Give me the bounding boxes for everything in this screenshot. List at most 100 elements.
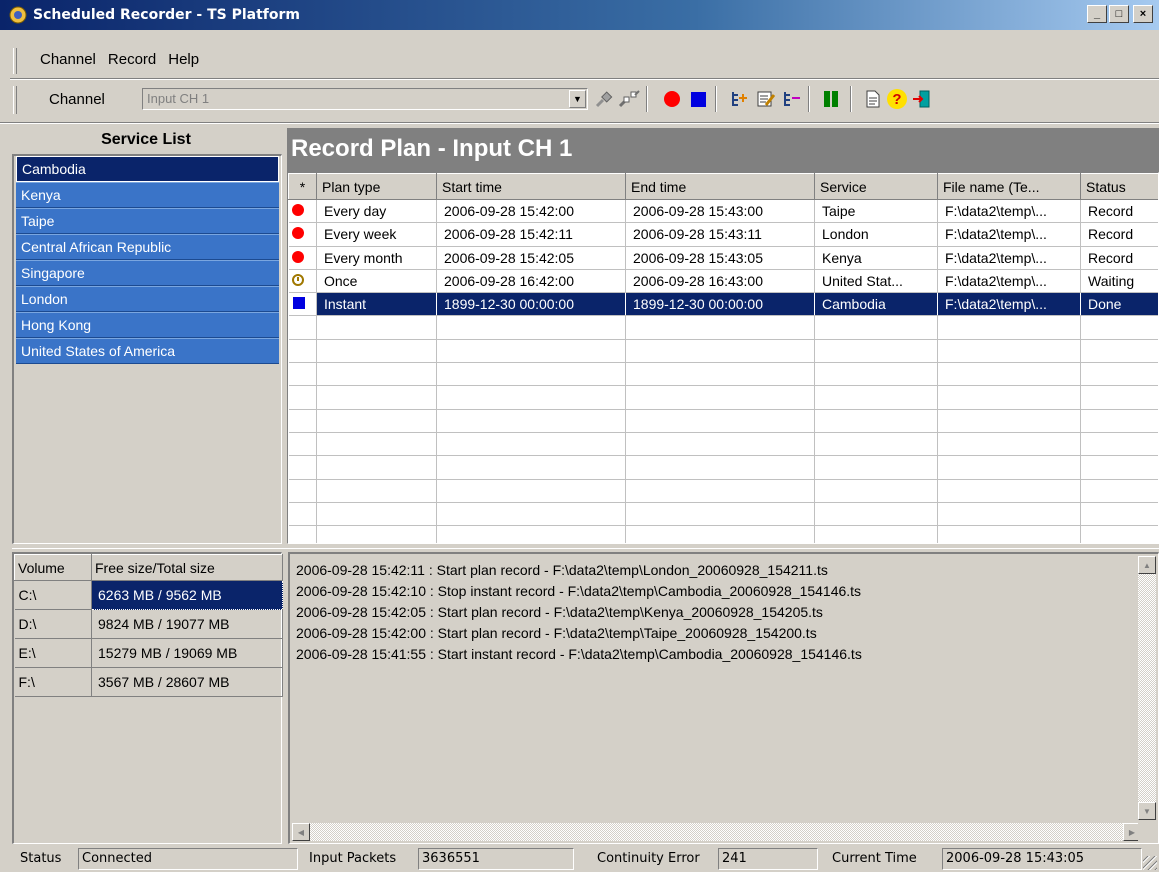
column-header-file-name[interactable]: File name (Te...	[937, 173, 1081, 200]
service-list[interactable]: Cambodia Kenya Taipe Central African Republ…	[12, 154, 282, 544]
add-plan-icon[interactable]	[729, 88, 751, 110]
pause-icon[interactable]	[820, 88, 842, 110]
column-header-mark[interactable]: *	[288, 173, 317, 200]
table-row[interactable]: F:\ 3567 MB / 28607 MB	[14, 667, 283, 697]
service-list-item[interactable]: Taipe	[16, 208, 279, 234]
service-list-item[interactable]: Hong Kong	[16, 312, 279, 338]
cell-service: London	[814, 222, 938, 247]
cell-end	[625, 409, 815, 433]
cell-service	[814, 455, 938, 480]
cell-volume: F:\	[14, 667, 92, 697]
log-horizontal-scrollbar[interactable]: ◀ ▶	[292, 823, 1141, 841]
horizontal-splitter[interactable]	[12, 546, 1159, 549]
channel-select[interactable]: Input CH 1 ▼	[142, 88, 588, 110]
column-header-size[interactable]: Free size/Total size	[91, 554, 283, 581]
column-header-service[interactable]: Service	[814, 173, 938, 200]
table-row[interactable]: Once 2006-09-28 16:42:00 2006-09-28 16:43:…	[288, 269, 1158, 294]
column-header-volume[interactable]: Volume	[14, 554, 92, 581]
column-header-end-time[interactable]: End time	[625, 173, 815, 200]
plug-connect-icon[interactable]	[593, 88, 615, 110]
exit-icon[interactable]	[911, 88, 933, 110]
scroll-left-icon[interactable]: ◀	[292, 823, 310, 841]
edit-plan-icon[interactable]	[755, 88, 777, 110]
chevron-down-icon[interactable]: ▼	[569, 90, 586, 108]
current-time-label: Current Time	[832, 851, 917, 866]
cell-end	[625, 455, 815, 480]
delete-plan-icon[interactable]	[781, 88, 803, 110]
cell-plan-type	[316, 315, 437, 340]
record-plan-title: Record Plan - Input CH 1	[287, 128, 1159, 172]
table-row[interactable]: Instant 1899-12-30 00:00:00 1899-12-30 00:…	[288, 292, 1158, 317]
table-row	[288, 525, 1158, 543]
cell-service	[814, 339, 938, 364]
log-vertical-scrollbar[interactable]: ▲ ▼	[1138, 556, 1156, 820]
volume-panel[interactable]: Volume Free size/Total size C:\ 6263 MB /…	[12, 552, 283, 844]
cell-service: Kenya	[814, 246, 938, 270]
row-marker	[288, 502, 317, 527]
cell-plan-type	[316, 385, 437, 410]
log-panel[interactable]: 2006-09-28 15:42:11 : Start plan record …	[288, 552, 1159, 844]
cell-status	[1080, 525, 1158, 543]
cell-plan-type: Every day	[316, 199, 437, 224]
record-icon[interactable]	[661, 88, 683, 110]
record-status-icon	[291, 227, 304, 240]
table-row[interactable]: E:\ 15279 MB / 19069 MB	[14, 638, 283, 668]
column-header-status[interactable]: Status	[1080, 173, 1158, 200]
row-marker	[288, 479, 317, 503]
toolbar-separator	[0, 122, 1159, 124]
cell-plan-type	[316, 455, 437, 480]
cell-plan-type: Once	[316, 269, 437, 294]
row-marker	[288, 315, 317, 340]
column-header-plan-type[interactable]: Plan type	[316, 173, 437, 200]
table-row	[288, 432, 1158, 457]
log-entry: 2006-09-28 15:42:10 : Stop instant recor…	[296, 583, 862, 599]
cell-start: 1899-12-30 00:00:00	[436, 292, 626, 317]
service-list-item[interactable]: Cambodia	[16, 156, 279, 182]
close-button[interactable]: ×	[1133, 5, 1153, 23]
menu-channel[interactable]: Channel	[10, 51, 102, 68]
cell-status	[1080, 339, 1158, 364]
help-icon[interactable]: ?	[886, 88, 908, 110]
table-row	[288, 502, 1158, 527]
menu-help[interactable]: Help	[162, 51, 205, 68]
table-row[interactable]: Every day 2006-09-28 15:42:00 2006-09-28 1…	[288, 199, 1158, 224]
scroll-up-icon[interactable]: ▲	[1138, 556, 1156, 574]
resize-grip-icon[interactable]	[1143, 856, 1157, 870]
table-row[interactable]: C:\ 6263 MB / 9562 MB	[14, 580, 283, 610]
title-bar[interactable]: Scheduled Recorder - TS Platform _ □ ×	[0, 0, 1159, 30]
plug-disconnect-icon[interactable]	[618, 88, 640, 110]
table-row[interactable]: D:\ 9824 MB / 19077 MB	[14, 609, 283, 639]
cell-status	[1080, 362, 1158, 387]
cell-plan-type: Instant	[316, 292, 437, 317]
record-plan-grid[interactable]: * Plan type Start time End time Service File …	[287, 172, 1159, 544]
service-list-item[interactable]: Kenya	[16, 182, 279, 208]
scroll-down-icon[interactable]: ▼	[1138, 802, 1156, 820]
column-header-start-time[interactable]: Start time	[436, 173, 626, 200]
table-row[interactable]: Every week 2006-09-28 15:42:11 2006-09-28 …	[288, 222, 1158, 247]
cell-plan-type	[316, 502, 437, 527]
service-list-item[interactable]: London	[16, 286, 279, 312]
cell-status	[1080, 502, 1158, 527]
table-row[interactable]: Every month 2006-09-28 15:42:05 2006-09-28…	[288, 246, 1158, 270]
cell-start	[436, 409, 626, 433]
service-list-item[interactable]: United States of America	[16, 338, 279, 364]
cell-size: 9824 MB / 19077 MB	[91, 609, 283, 639]
cell-status	[1080, 479, 1158, 503]
cell-start	[436, 502, 626, 527]
minimize-button[interactable]: _	[1087, 5, 1107, 23]
cell-start: 2006-09-28 15:42:00	[436, 199, 626, 224]
cell-status	[1080, 432, 1158, 457]
record-status-icon	[291, 250, 304, 263]
cell-end	[625, 502, 815, 527]
log-icon[interactable]	[862, 88, 884, 110]
stop-icon[interactable]	[687, 88, 709, 110]
app-icon[interactable]	[9, 6, 27, 24]
service-list-item[interactable]: Central African Republic	[16, 234, 279, 260]
maximize-button[interactable]: □	[1109, 5, 1129, 23]
cell-end	[625, 362, 815, 387]
cell-end	[625, 525, 815, 543]
service-list-item[interactable]: Singapore	[16, 260, 279, 286]
cell-plan-type	[316, 479, 437, 503]
menu-record[interactable]: Record	[102, 51, 162, 68]
log-list: 2006-09-28 15:42:11 : Start plan record …	[296, 560, 1126, 665]
